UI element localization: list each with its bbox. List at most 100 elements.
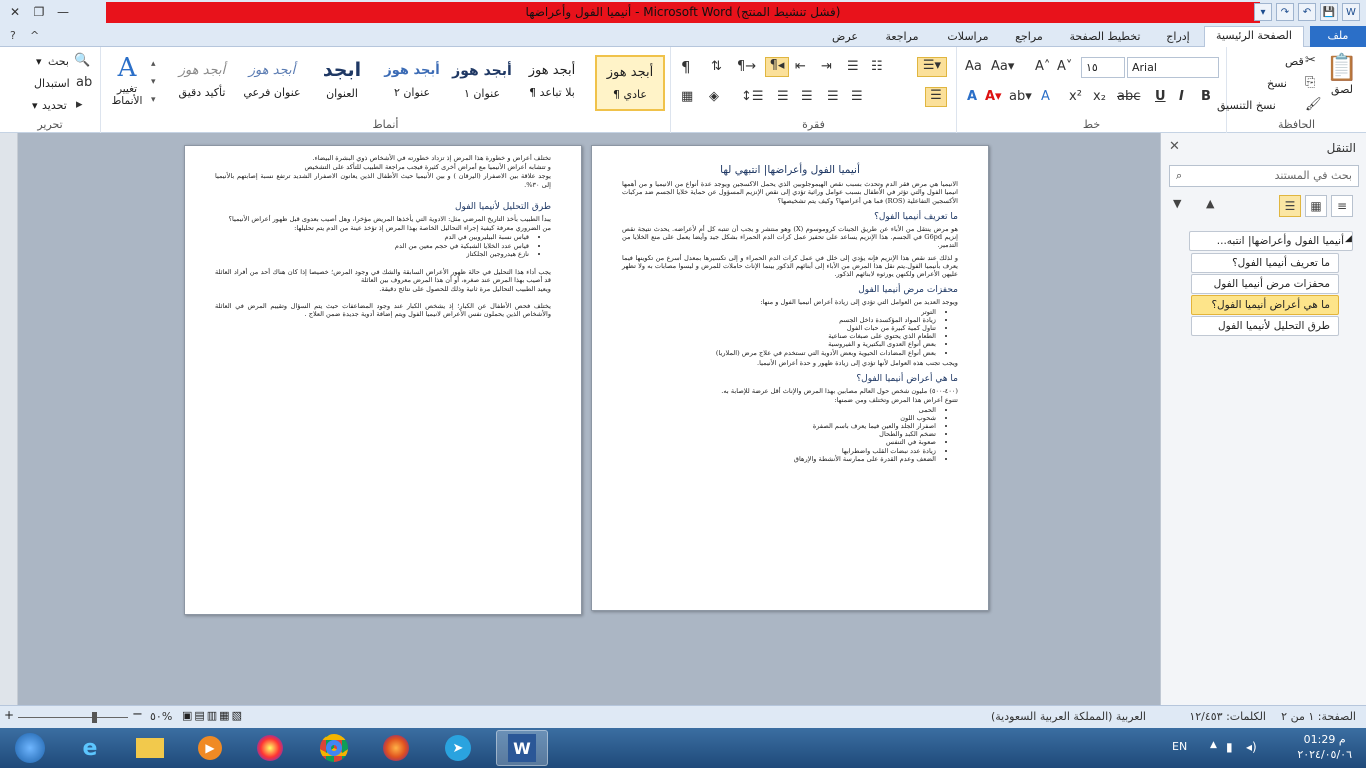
network-icon[interactable]: ▮ [1226,740,1233,754]
nav-search-input[interactable]: بحث في المستند ⌕ [1169,165,1359,187]
ltr-direction-icon[interactable]: ¶→ [737,59,756,75]
tab-file[interactable]: ملف [1310,26,1366,47]
chrome-taskbar-icon[interactable] [308,730,360,766]
input-language[interactable]: EN [1172,740,1187,753]
text-effect-icon[interactable]: A [1041,89,1050,105]
grow-font-icon[interactable]: A˄ [1035,59,1050,75]
redo-icon[interactable]: ↷ [1276,3,1294,21]
nav-heading-item[interactable]: طرق التحليل لأنيميا الفول [1191,316,1339,336]
font-size-field[interactable]: ١٥ [1081,57,1125,78]
telegram-taskbar-icon[interactable]: ➤ [432,730,484,766]
strikethrough-icon[interactable]: abc [1117,89,1140,105]
ribbon-collapse-icon[interactable]: ^ [30,29,39,42]
styles-scroll[interactable]: ▴ ▾ ▾ [151,55,163,109]
multilevel-list-icon[interactable]: ☰ [847,59,859,75]
style-subtitle[interactable]: أبجد هوز عنوان فرعي [237,55,307,111]
borders-icon[interactable]: ▦ [681,89,693,105]
restore-icon[interactable]: ❐ [28,2,50,22]
shrink-font-icon[interactable]: A˅ [1057,59,1072,75]
change-styles-button[interactable]: A تغيير الأنماط [107,53,147,107]
style-title[interactable]: ابجد العنوان [307,55,377,111]
font-name-field[interactable]: Arial [1127,57,1219,78]
zoom-in-icon[interactable]: + [4,708,14,722]
page-1[interactable]: أنيميا الفول وأعراضها| انتبهي لها الانيم… [591,145,989,611]
help-icon[interactable]: ? [10,29,16,42]
headings-view-icon[interactable]: ☰ [1279,195,1301,217]
center-icon[interactable]: ☰ [827,89,839,105]
cut-button[interactable]: قص [1285,55,1304,68]
format-painter-button[interactable]: نسخ التنسيق [1217,99,1276,112]
subscript-icon[interactable]: x₂ [1093,89,1106,105]
font-color-icon[interactable]: A▾ [985,89,1002,105]
page-2[interactable]: تختلف أعراض و خطورة هذا المرض إذ تزداد خ… [184,145,582,615]
select-dropdown-icon[interactable]: ▾ [32,99,38,112]
word-count[interactable]: الكلمات: ١٢/٤٥٣ [1189,710,1266,723]
language-status[interactable]: العربية (المملكة العربية السعودية) [991,710,1146,723]
document-area[interactable]: أنيميا الفول وأعراضها| انتبهي لها الانيم… [18,133,1160,705]
align-right-icon[interactable]: ☰ [851,89,863,105]
clock[interactable]: 01:29 م ٢٠٢٤/٠٥/٠٦ [1297,732,1352,762]
volume-icon[interactable]: ◂) [1246,740,1257,754]
undo-icon[interactable]: ↶ [1298,3,1316,21]
style-heading-2[interactable]: أبجد هوز عنوان ٢ [377,55,447,111]
pages-view-icon[interactable]: ▦ [1305,195,1327,217]
tab-references[interactable]: مراجع [1004,28,1054,47]
paragraph-mark-icon[interactable]: ¶ [681,59,691,75]
ie-taskbar-icon[interactable]: e [64,730,116,766]
close-icon[interactable]: ✕ [4,2,26,22]
change-case-icon[interactable]: Aa▾ [991,59,1014,75]
italic-icon[interactable]: I [1179,89,1184,105]
media-player-taskbar-icon[interactable]: ▶ [184,730,236,766]
superscript-icon[interactable]: x² [1069,89,1082,105]
word-taskbar-icon[interactable]: W [496,730,548,766]
tab-review[interactable]: مراجعة [872,28,932,47]
firefox-taskbar-icon[interactable] [370,730,422,766]
nav-heading-item-selected[interactable]: ما هي أعراض أنيميا الفول؟ [1191,295,1339,315]
tab-view[interactable]: عرض [818,28,872,47]
nav-up-icon[interactable]: ▲ [1206,197,1214,210]
style-heading-1[interactable]: أبجد هوز عنوان ١ [447,55,517,111]
justify-rtl-icon[interactable]: ☰ [925,87,947,107]
nav-heading-item[interactable]: أنيميا الفول وأعراضها| انتبه... [1189,231,1353,251]
copy-button[interactable]: نسخ [1267,77,1287,90]
start-button[interactable] [4,730,56,766]
search-icon[interactable]: ⌕ [1176,166,1182,186]
style-no-spacing[interactable]: أبجد هوز ¶ بلا تباعد [517,55,587,111]
replace-button[interactable]: استبدال [34,77,70,90]
tab-home[interactable]: الصفحة الرئيسية [1204,26,1304,48]
clear-formatting-icon[interactable]: Aa [965,59,982,75]
nav-heading-item[interactable]: ما تعريف أنيميا الفول؟ [1191,253,1339,273]
style-normal[interactable]: أبجد هوز ¶ عادي [595,55,665,111]
rtl-direction-icon[interactable]: ¶◂ [765,57,789,77]
explorer-taskbar-icon[interactable] [124,730,176,766]
zoom-level[interactable]: ٥٠% [150,710,172,723]
decrease-indent-icon[interactable]: ⇤ [795,59,806,75]
select-button[interactable]: تحديد [42,99,67,112]
zoom-out-icon[interactable]: − [132,707,143,722]
close-icon[interactable]: ✕ [1169,139,1180,154]
shading-icon[interactable]: ◈ [709,89,719,105]
zoom-thumb[interactable] [92,712,97,723]
tray-expand-icon[interactable]: ▲ [1210,740,1217,750]
page-count[interactable]: الصفحة: ١ من ٢ [1281,710,1356,723]
line-spacing-icon[interactable]: ↕☰ [741,89,764,105]
collapse-icon[interactable]: ◢ [1345,234,1352,244]
view-buttons[interactable]: ▣▤▥▦▧ [182,709,244,722]
tab-mailings[interactable]: مراسلات [938,28,998,47]
increase-indent-icon[interactable]: ⇥ [821,59,832,75]
style-subtle-emphasis[interactable]: أبجد هوز تأكيد دقيق [167,55,237,111]
find-dropdown-icon[interactable]: ▾ [36,55,42,68]
numbering-icon[interactable]: ☷ [871,59,883,75]
text-effects-icon[interactable]: A [967,89,977,105]
tab-insert[interactable]: إدراج [1156,28,1200,47]
highlight-icon[interactable]: ab▾ [1009,89,1032,105]
save-icon[interactable]: 💾 [1320,3,1338,21]
align-left-icon[interactable]: ☰ [801,89,813,105]
zoom-slider[interactable]: + − [4,707,144,724]
opera-taskbar-icon[interactable] [244,730,296,766]
nav-down-icon[interactable]: ▼ [1173,197,1181,210]
minimize-icon[interactable]: — [52,2,74,22]
underline-icon[interactable]: U [1155,89,1166,105]
tab-page-layout[interactable]: تخطيط الصفحة [1060,28,1150,47]
bullets-icon[interactable]: ☰▾ [917,57,947,77]
